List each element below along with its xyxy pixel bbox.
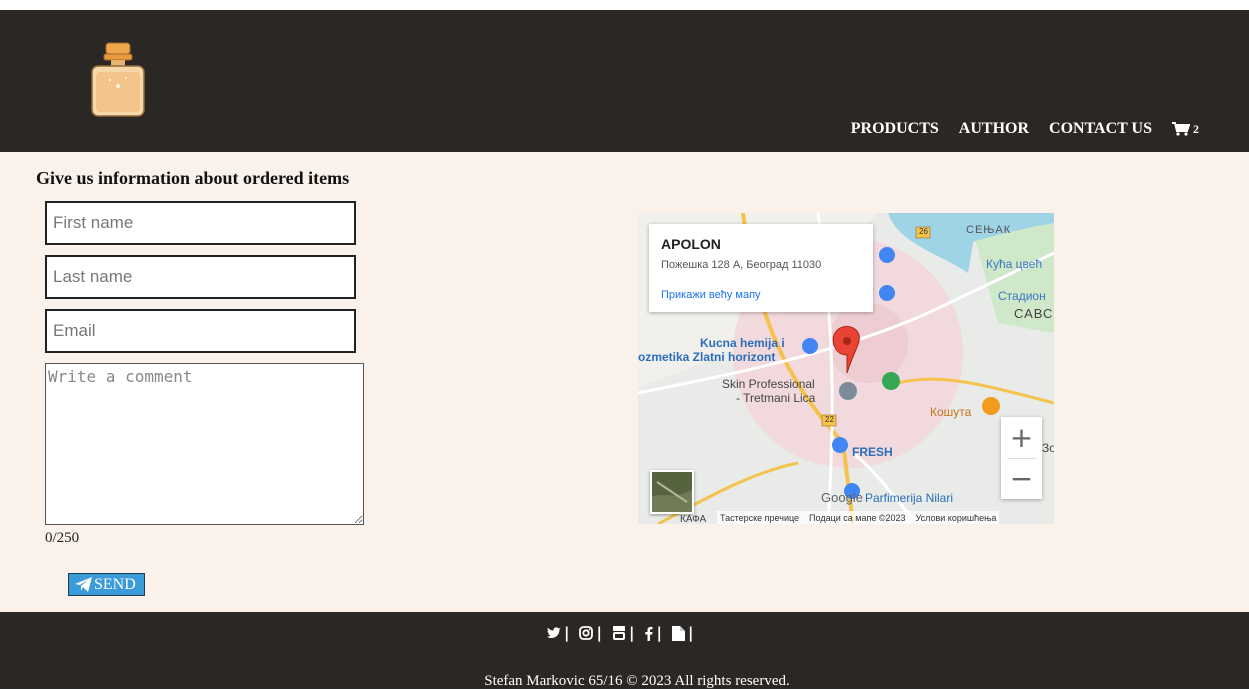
send-label: SEND xyxy=(94,575,136,593)
map-label-kucna-hemija-1: Kucna hemija i xyxy=(700,336,785,350)
twitter-icon xyxy=(547,627,561,638)
first-name-input[interactable] xyxy=(45,201,356,245)
send-button[interactable]: SEND xyxy=(68,573,145,596)
twitter-link[interactable]: | xyxy=(547,624,569,642)
last-name-input[interactable] xyxy=(45,255,356,299)
nav-contact-us[interactable]: CONTACT US xyxy=(1049,120,1152,138)
email-input[interactable] xyxy=(45,309,356,353)
map-label-kosuta: Кошута xyxy=(930,405,972,419)
site-header: PRODUCTS AUTHOR CONTACT US 2 xyxy=(0,10,1249,152)
map-label-road-22: 22 xyxy=(825,415,834,424)
instagram-icon xyxy=(579,626,594,640)
form-title: Give us information about ordered items xyxy=(36,168,350,188)
perfume-bottle-icon xyxy=(91,42,145,117)
facebook-link[interactable]: | xyxy=(644,624,662,642)
cart-icon xyxy=(1172,122,1190,136)
place-name: APOLON xyxy=(661,236,721,252)
map-data-text: Подаци са мапе ©2023 xyxy=(809,513,906,523)
cart-button[interactable]: 2 xyxy=(1172,122,1199,137)
terms-link[interactable]: Услови коришћења xyxy=(916,513,997,523)
satellite-toggle[interactable] xyxy=(650,470,694,514)
perfume-logo[interactable] xyxy=(88,42,148,118)
map-label-parfimerija: Parfimerija Nilari xyxy=(865,491,954,505)
map-embed[interactable]: СЕЊАК 26 Кућа цвећ Стадион САВС Kucna he… xyxy=(638,213,1054,524)
satellite-thumbnail-icon xyxy=(652,472,692,512)
facebook-icon xyxy=(645,626,653,641)
nav-author[interactable]: AUTHOR xyxy=(959,120,1029,138)
zoom-out-button[interactable]: − xyxy=(1001,458,1042,499)
copyright-text: Stefan Markovic 65/16 © 2023 All rights … xyxy=(484,673,790,689)
map-label-kuca-cveca: Кућа цвећ xyxy=(986,257,1043,271)
main-nav: PRODUCTS AUTHOR CONTACT US 2 xyxy=(851,120,1199,138)
place-info-card: APOLON Пожешка 128 А, Београд 11030 Прик… xyxy=(649,224,873,312)
map-label-road-26: 26 xyxy=(919,227,928,236)
character-counter: 0/250 xyxy=(45,530,80,546)
map-label-google: Google xyxy=(821,490,863,505)
map-label-skin-2: - Tretmani Lica xyxy=(736,391,816,405)
place-address: Пожешка 128 А, Београд 11030 xyxy=(661,259,822,271)
zoom-controls: + − xyxy=(1001,417,1042,499)
map-label-partial: Зо xyxy=(1042,441,1054,455)
social-links: | | | | | xyxy=(547,624,693,642)
document-icon xyxy=(671,625,685,641)
zoom-divider xyxy=(1007,458,1036,459)
map-label-stadion: Стадион xyxy=(998,289,1046,303)
map-label-savski: САВС xyxy=(1014,306,1054,321)
map-label-fresh: FRESH xyxy=(852,445,893,459)
youtube-icon xyxy=(612,626,625,640)
keyboard-shortcuts-link[interactable]: Тастерске пречице xyxy=(720,513,799,523)
cart-count: 2 xyxy=(1193,121,1199,136)
nav-products[interactable]: PRODUCTS xyxy=(851,120,939,138)
site-footer: | | | | | Stefan Markovic 65/16 © 2023 A… xyxy=(0,612,1249,689)
instagram-link[interactable]: | xyxy=(579,624,602,642)
contact-section: Give us information about ordered items … xyxy=(0,152,1249,612)
view-larger-map-link[interactable]: Прикажи већу мапу xyxy=(661,289,761,301)
paper-plane-icon xyxy=(75,577,92,592)
map-attribution: Тастерске пречице Подаци са мапе ©2023 У… xyxy=(717,511,1000,524)
map-label-kucna-hemija-2: ozmetika Zlatni horizont xyxy=(638,350,776,364)
zoom-in-button[interactable]: + xyxy=(1001,417,1042,458)
comment-textarea[interactable] xyxy=(45,363,364,525)
map-label-skin-1: Skin Professional xyxy=(722,377,815,391)
document-link[interactable]: | xyxy=(671,624,693,642)
map-label-senjak: СЕЊАК xyxy=(966,224,1012,236)
youtube-link[interactable]: | xyxy=(612,624,634,642)
